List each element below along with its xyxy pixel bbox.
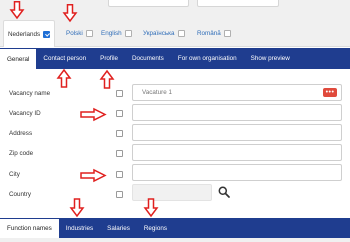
- language-label: Polski: [66, 30, 83, 37]
- address-checkbox[interactable]: [116, 130, 123, 137]
- city-label: City: [9, 171, 20, 178]
- city-checkbox[interactable]: [116, 171, 123, 178]
- language-label: Nederlands: [8, 30, 41, 38]
- red-arrow-annotation: [99, 69, 115, 89]
- language-label: Română: [197, 30, 221, 37]
- language-tab-nederlands[interactable]: Nederlands: [3, 20, 56, 47]
- search-icon[interactable]: [218, 186, 230, 198]
- language-label: English: [101, 30, 122, 37]
- tab-salaries[interactable]: Salaries: [100, 218, 137, 238]
- language-label: Українська: [143, 30, 175, 37]
- vacancy-id-checkbox[interactable]: [116, 110, 123, 117]
- red-arrow-annotation: [143, 198, 159, 218]
- language-tab-ukrainian[interactable]: Українська: [143, 20, 185, 47]
- more-dots-icon[interactable]: •••: [323, 88, 337, 97]
- language-checkbox[interactable]: [85, 30, 93, 37]
- red-arrow-annotation: [62, 4, 78, 23]
- city-input[interactable]: [132, 164, 342, 181]
- language-checkbox[interactable]: [124, 30, 132, 37]
- language-tab-polski[interactable]: Polski: [66, 20, 93, 47]
- language-tab-english[interactable]: English: [101, 20, 132, 47]
- vacancy-name-label: Vacancy name: [9, 90, 51, 97]
- red-arrow-annotation: [9, 1, 25, 20]
- tab-industries[interactable]: Industries: [59, 218, 100, 238]
- primary-tab-bar: General Contact person Profile Documents…: [0, 48, 350, 69]
- red-arrow-annotation: [80, 107, 107, 122]
- vacancy-name-input[interactable]: Vacature 1 •••: [132, 84, 342, 101]
- tab-for-own-organisation[interactable]: For own organisation: [171, 48, 244, 69]
- top-input-fragment[interactable]: [108, 0, 189, 7]
- vacancy-id-label: Vacancy ID: [9, 110, 41, 117]
- secondary-tab-bar: Function names Industries Salaries Regio…: [0, 218, 350, 238]
- address-input[interactable]: [132, 124, 342, 141]
- red-arrow-annotation: [80, 168, 107, 183]
- language-tab-romana[interactable]: Română: [197, 20, 231, 47]
- language-checkbox[interactable]: [223, 30, 231, 37]
- country-checkbox[interactable]: [116, 191, 123, 198]
- zip-code-checkbox[interactable]: [116, 150, 123, 157]
- vacancy-name-value: Vacature 1: [142, 89, 172, 96]
- top-toolbar-strip: [0, 0, 350, 13]
- language-checkbox[interactable]: [177, 30, 185, 37]
- zip-code-input[interactable]: [132, 144, 342, 161]
- zip-code-label: Zip code: [9, 150, 34, 157]
- red-arrow-annotation: [56, 68, 72, 88]
- tab-profile[interactable]: Profile: [93, 48, 125, 69]
- vacancy-name-checkbox[interactable]: [116, 90, 123, 97]
- address-label: Address: [9, 130, 33, 137]
- vacancy-id-input[interactable]: [132, 104, 342, 121]
- dots-button-label: •••: [325, 89, 335, 96]
- tab-contact-person[interactable]: Contact person: [36, 48, 93, 69]
- tab-regions[interactable]: Regions: [137, 218, 174, 238]
- tab-general[interactable]: General: [0, 48, 37, 69]
- top-input-fragment[interactable]: [197, 0, 279, 7]
- bottom-strip: [0, 238, 350, 242]
- country-label: Country: [9, 191, 32, 198]
- language-checkbox[interactable]: [43, 30, 51, 38]
- tab-show-preview[interactable]: Show preview: [244, 48, 297, 69]
- red-arrow-annotation: [69, 198, 85, 218]
- tab-function-names[interactable]: Function names: [0, 218, 59, 238]
- tab-documents[interactable]: Documents: [125, 48, 171, 69]
